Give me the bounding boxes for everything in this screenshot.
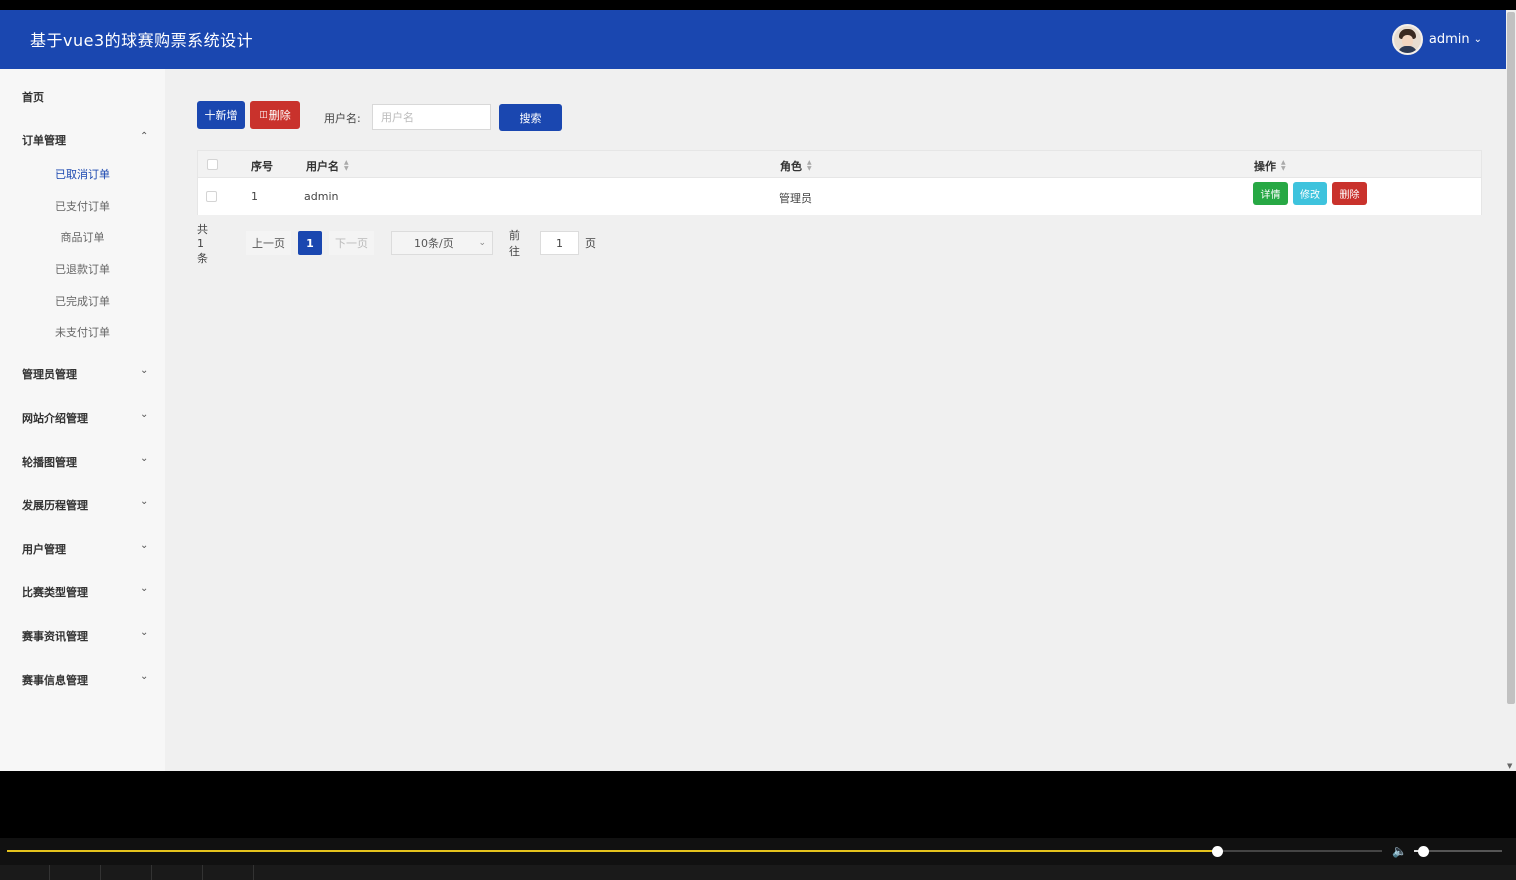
goto-page-input[interactable]: 1 <box>540 231 579 255</box>
sidebar-group-history[interactable]: 发展历程管理 <box>22 497 88 513</box>
avatar[interactable] <box>1391 24 1423 55</box>
chevron-down-icon: ⌄ <box>478 238 486 248</box>
user-menu[interactable]: admin ⌄ <box>1391 24 1482 55</box>
app-title: 基于vue3的球赛购票系统设计 <box>30 31 254 50</box>
chevron-down-icon: ⌄ <box>140 627 149 638</box>
table-row: 1 admin 管理员 详情 修改 删除 <box>198 178 1481 215</box>
sidebar-group-orders[interactable]: 订单管理 <box>22 132 66 148</box>
trash-icon: ◫ <box>259 110 268 120</box>
search-input[interactable] <box>372 104 491 130</box>
scroll-down-icon[interactable]: ▼ <box>1507 762 1512 770</box>
sidebar-item-paid-orders[interactable]: 已支付订单 <box>0 198 165 214</box>
delete-button-label: 删除 <box>268 109 291 122</box>
sidebar-group-users[interactable]: 用户管理 <box>22 541 66 557</box>
chevron-up-icon: ⌃ <box>140 131 149 142</box>
seek-bar[interactable] <box>7 850 1382 852</box>
chevron-down-icon: ⌄ <box>140 540 149 551</box>
chevron-down-icon: ⌄ <box>140 496 149 507</box>
sidebar-group-match-info[interactable]: 赛事信息管理 <box>22 672 88 688</box>
seek-handle[interactable] <box>1212 846 1223 857</box>
chevron-down-icon: ⌄ <box>140 583 149 594</box>
app-window: 基于vue3的球赛购票系统设计 admin ⌄ 首页 订单管理 ⌃ 已取消订单 … <box>0 10 1506 771</box>
sidebar-item-cancelled-orders[interactable]: 已取消订单 <box>0 166 165 182</box>
chevron-down-icon: ⌄ <box>140 365 149 376</box>
sort-icon[interactable]: ▲ ▼ <box>1281 160 1286 172</box>
sidebar-item-home[interactable]: 首页 <box>22 89 44 105</box>
sidebar-group-match-types[interactable]: 比赛类型管理 <box>22 584 88 600</box>
goto-unit-label: 页 <box>585 237 596 250</box>
page-1-button[interactable]: 1 <box>298 231 322 255</box>
next-page-button[interactable]: 下一页 <box>329 231 374 255</box>
chevron-down-icon: ⌄ <box>140 453 149 464</box>
sidebar-group-match-news[interactable]: 赛事资讯管理 <box>22 628 88 644</box>
sidebar-group-site-intro[interactable]: 网站介绍管理 <box>22 410 88 426</box>
detail-button[interactable]: 详情 <box>1253 182 1288 205</box>
add-button[interactable]: 十新增 <box>197 101 245 129</box>
sidebar-item-unpaid-orders[interactable]: 未支付订单 <box>0 324 165 340</box>
pagination-total: 共 1 条 <box>197 222 208 265</box>
delete-button[interactable]: ◫ 删除 <box>250 101 300 129</box>
page-size-select[interactable]: 10条/页 ⌄ <box>391 231 493 255</box>
player-bottom-bar <box>0 865 1516 880</box>
row-checkbox[interactable] <box>206 191 217 202</box>
column-header-role[interactable]: 角色 ▲ ▼ <box>780 158 812 174</box>
chevron-down-icon: ⌄ <box>1473 34 1482 45</box>
search-button[interactable]: 搜索 <box>499 104 562 131</box>
chevron-down-icon: ⌄ <box>140 409 149 420</box>
seek-bar-fill <box>7 850 1217 852</box>
select-all-checkbox[interactable] <box>207 159 218 170</box>
video-player-controls: 🔈 <box>0 838 1516 880</box>
sidebar-group-admins[interactable]: 管理员管理 <box>22 366 77 382</box>
sidebar-item-product-orders[interactable]: 商品订单 <box>0 229 165 245</box>
column-header-username-label: 用户名 <box>306 160 339 173</box>
page-scrollbar[interactable]: ▼ <box>1506 10 1516 771</box>
column-header-actions-label: 操作 <box>1254 160 1276 173</box>
screen: 基于vue3的球赛购票系统设计 admin ⌄ 首页 订单管理 ⌃ 已取消订单 … <box>0 0 1516 880</box>
sidebar: 首页 订单管理 ⌃ 已取消订单 已支付订单 商品订单 已退款订单 已完成订单 未… <box>0 69 165 771</box>
edit-button[interactable]: 修改 <box>1293 182 1327 205</box>
table-header: 序号 用户名 ▲ ▼ 角色 ▲ ▼ 操作 ▲ ▼ <box>198 151 1481 178</box>
chevron-down-icon: ⌄ <box>140 671 149 682</box>
column-header-username[interactable]: 用户名 ▲ ▼ <box>306 158 349 174</box>
user-name[interactable]: admin <box>1429 32 1470 47</box>
top-bar: 基于vue3的球赛购票系统设计 admin ⌄ <box>0 10 1506 69</box>
search-label: 用户名: <box>324 112 361 125</box>
goto-label: 前往 <box>509 229 520 258</box>
sidebar-item-refunded-orders[interactable]: 已退款订单 <box>0 261 165 277</box>
main-content: 十新增 ◫ 删除 用户名: 搜索 序号 用户名 ▲▼ 角色 ▲▼ <box>165 69 1506 771</box>
page-size-value: 10条/页 <box>414 237 454 250</box>
column-header-role-label: 角色 <box>780 160 802 173</box>
volume-handle[interactable] <box>1417 846 1429 857</box>
column-header-index: 序号 <box>251 160 273 173</box>
row-delete-button[interactable]: 删除 <box>1332 182 1367 205</box>
prev-page-button[interactable]: 上一页 <box>246 231 291 255</box>
sidebar-group-carousel[interactable]: 轮播图管理 <box>22 454 77 470</box>
row-index: 1 <box>251 190 258 203</box>
users-table: 序号 用户名 ▲ ▼ 角色 ▲ ▼ 操作 ▲ ▼ 1 admin 管理员 详情 … <box>197 150 1482 215</box>
scrollbar-thumb[interactable] <box>1507 12 1515 704</box>
sort-icon[interactable]: ▲ ▼ <box>807 160 812 172</box>
row-username: admin <box>304 190 339 203</box>
column-header-actions[interactable]: 操作 ▲ ▼ <box>1254 158 1286 174</box>
volume-icon[interactable]: 🔈 <box>1392 844 1407 858</box>
sort-icon[interactable]: ▲ ▼ <box>344 160 349 172</box>
row-role: 管理员 <box>779 192 812 205</box>
sidebar-item-completed-orders[interactable]: 已完成订单 <box>0 293 165 309</box>
